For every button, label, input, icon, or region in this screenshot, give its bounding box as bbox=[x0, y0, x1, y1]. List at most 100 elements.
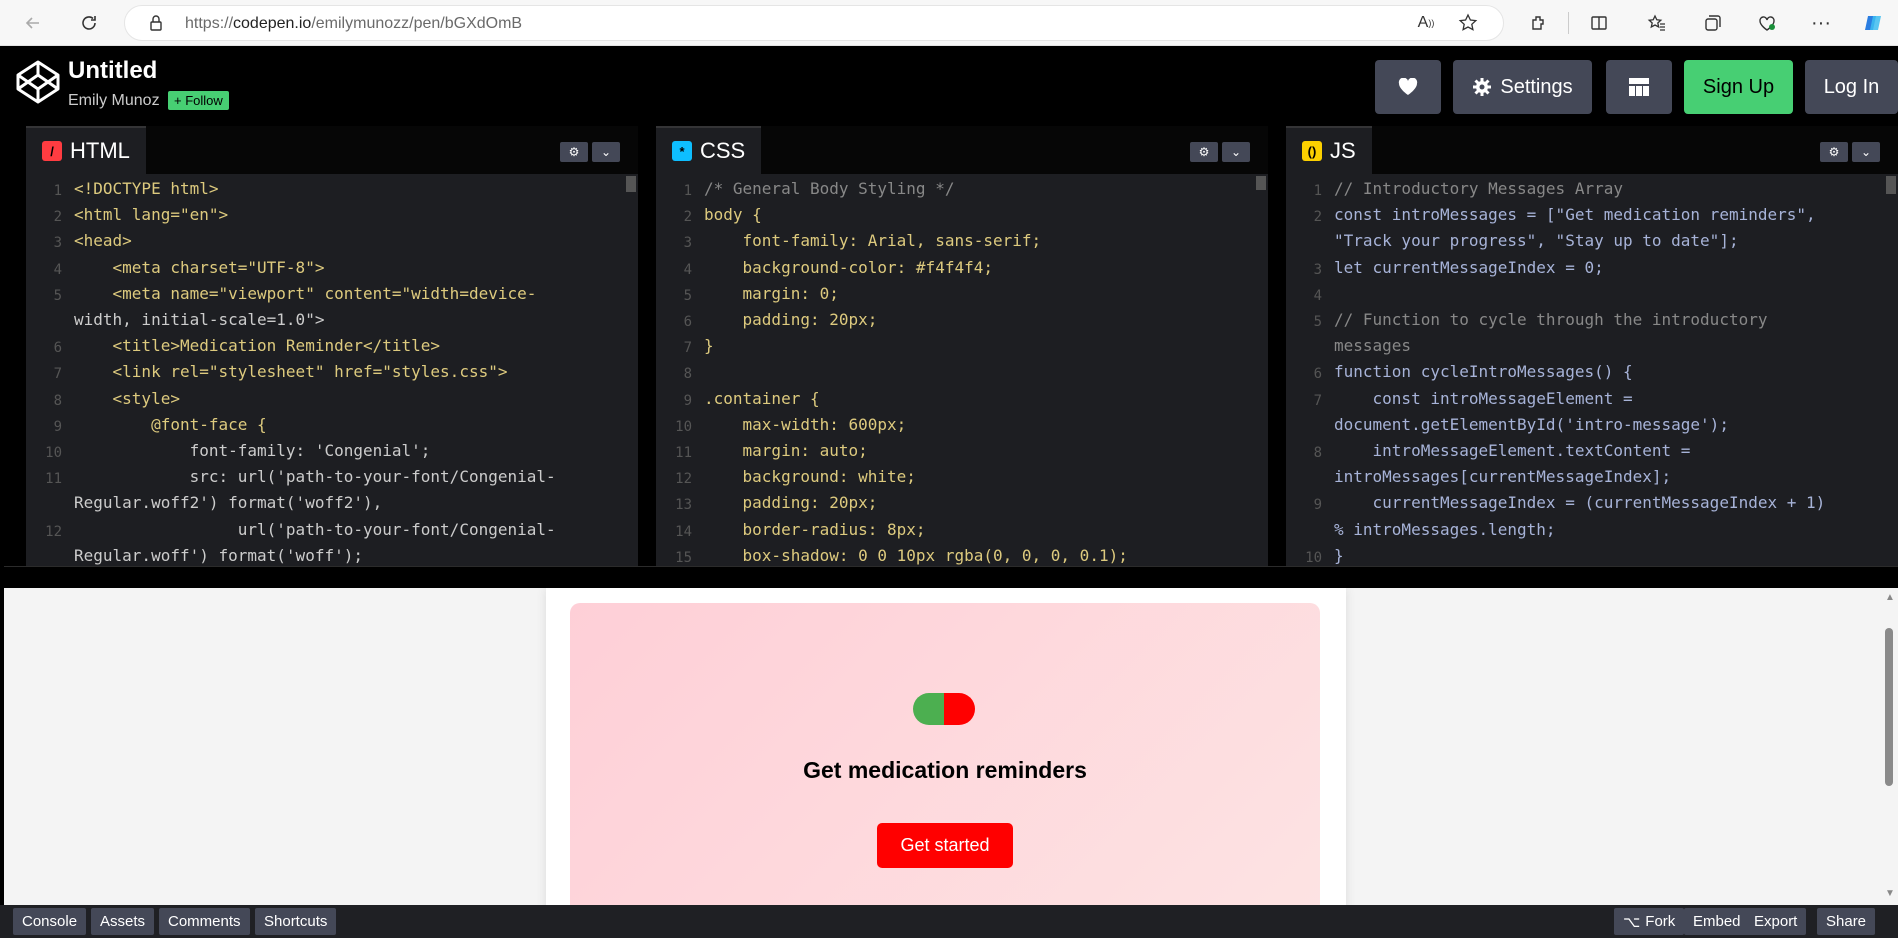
heart-icon bbox=[1398, 78, 1418, 95]
code-line: src: url('path-to-your-font/Congenial- bbox=[74, 467, 556, 487]
code-line: url('path-to-your-font/Congenial- bbox=[74, 519, 556, 539]
css-editor[interactable]: * CSS ⚙ ⌄ 1 /* General Body Styling */ 2 bo… bbox=[656, 126, 1268, 566]
css-tabbar: * CSS ⚙ ⌄ bbox=[656, 126, 1268, 174]
code-line: width, initial-scale=1.0"> bbox=[74, 310, 325, 329]
footer-bar: Console Assets Comments Shortcuts ⌥ Fork… bbox=[0, 905, 1898, 938]
line-number: 9 bbox=[1313, 497, 1322, 514]
line-number: 9 bbox=[53, 418, 62, 435]
layout-grid-icon bbox=[1629, 78, 1649, 96]
code-line: margin: auto; bbox=[704, 441, 868, 460]
line-number: 1 bbox=[53, 183, 62, 199]
settings-button[interactable]: Settings bbox=[1453, 60, 1592, 114]
split-screen-icon[interactable] bbox=[1584, 8, 1614, 38]
line-number: 8 bbox=[683, 366, 692, 383]
refresh-icon[interactable] bbox=[74, 8, 104, 38]
console-button[interactable]: Console bbox=[13, 908, 87, 935]
css-collapse-chevron-icon[interactable]: ⌄ bbox=[1222, 142, 1250, 162]
more-options-icon[interactable]: ··· bbox=[1806, 8, 1836, 38]
line-number: 5 bbox=[683, 287, 692, 304]
js-settings-gear-icon[interactable]: ⚙ bbox=[1820, 142, 1848, 162]
settings-label: Settings bbox=[1500, 75, 1573, 98]
line-number: 10 bbox=[675, 418, 692, 435]
line-number: 13 bbox=[675, 497, 692, 514]
extensions-icon[interactable] bbox=[1524, 8, 1554, 38]
code-line: background: white; bbox=[704, 467, 916, 487]
code-line: } bbox=[1334, 545, 1344, 565]
line-number: 3 bbox=[683, 235, 692, 252]
code-line: Regular.woff2') format('woff2'), bbox=[74, 493, 383, 513]
preview-scroll-thumb[interactable] bbox=[1885, 628, 1893, 786]
get-started-button[interactable]: Get started bbox=[877, 823, 1013, 868]
read-aloud-icon[interactable]: A)) bbox=[1411, 8, 1441, 38]
code-line: .container { bbox=[704, 388, 820, 408]
tab-css-label: CSS bbox=[700, 138, 746, 163]
pill-left-half bbox=[913, 693, 944, 725]
code-line: <meta name="viewport" content="width=dev… bbox=[74, 283, 537, 303]
code-line: } bbox=[704, 336, 714, 356]
export-button[interactable]: Export bbox=[1745, 908, 1807, 935]
preview-scrollbar[interactable]: ▲ ▼ bbox=[1880, 588, 1898, 905]
codepen-logo-icon[interactable] bbox=[14, 58, 62, 106]
code-line: body { bbox=[704, 205, 762, 225]
tab-html[interactable]: / HTML bbox=[26, 126, 146, 174]
resize-divider[interactable] bbox=[4, 566, 1898, 588]
scroll-up-arrow-icon[interactable]: ▲ bbox=[1885, 592, 1895, 603]
code-line: document.getElementById('intro-message')… bbox=[1334, 414, 1729, 434]
html-code-area[interactable]: 1 <!DOCTYPE html> 2 <html lang="en"> 3 <head>… bbox=[26, 174, 638, 566]
embed-button[interactable]: Embed bbox=[1684, 908, 1750, 935]
line-number: 2 bbox=[53, 209, 62, 226]
line-number: 10 bbox=[45, 445, 62, 461]
js-code-area[interactable]: 1 // Introductory Messages Array 2 const in… bbox=[1286, 174, 1898, 566]
favorites-icon[interactable] bbox=[1642, 8, 1672, 38]
pen-title[interactable]: Untitled bbox=[68, 57, 157, 85]
tab-html-label: HTML bbox=[70, 138, 130, 163]
sign-up-button[interactable]: Sign Up bbox=[1684, 60, 1793, 114]
code-line: <link rel="stylesheet" href="styles.css"… bbox=[74, 362, 508, 382]
shortcuts-button[interactable]: Shortcuts bbox=[255, 908, 337, 935]
collections-icon[interactable] bbox=[1698, 8, 1728, 38]
layout-button[interactable] bbox=[1606, 60, 1672, 114]
comments-button[interactable]: Comments bbox=[159, 908, 250, 935]
code-line: font-family: Arial, sans-serif; bbox=[704, 231, 1042, 251]
js-scrollbar[interactable] bbox=[1886, 176, 1896, 194]
code-line: box-shadow: 0 0 10px rgba(0, 0, 0, 0.1); bbox=[704, 545, 1128, 565]
tab-js[interactable]: () JS bbox=[1286, 126, 1372, 174]
line-number: 1 bbox=[1313, 183, 1322, 199]
author-name[interactable]: Emily Munoz bbox=[68, 92, 160, 110]
follow-button[interactable]: + Follow bbox=[168, 91, 229, 110]
log-in-button[interactable]: Log In bbox=[1805, 60, 1898, 114]
fork-button[interactable]: ⌥ Fork bbox=[1614, 908, 1685, 935]
browser-essentials-icon[interactable] bbox=[1752, 8, 1782, 38]
address-bar[interactable]: https://codepen.io/emilymunozz/pen/bGXdO… bbox=[124, 5, 1504, 41]
html-editor[interactable]: / HTML ⚙ ⌄ 1 <!DOCTYPE html> 2 <html lang="… bbox=[26, 126, 638, 566]
css-settings-gear-icon[interactable]: ⚙ bbox=[1190, 142, 1218, 162]
favorite-star-icon[interactable] bbox=[1453, 8, 1483, 38]
js-editor[interactable]: () JS ⚙ ⌄ 1 // Introductory Messages Arra… bbox=[1286, 126, 1898, 566]
url-path: /emilymunozz/pen/bGXdOmB bbox=[311, 15, 523, 32]
tab-css[interactable]: * CSS bbox=[656, 126, 762, 174]
html-scrollbar[interactable] bbox=[626, 176, 636, 192]
line-number: 11 bbox=[675, 445, 692, 461]
pill-icon bbox=[913, 693, 975, 725]
js-collapse-chevron-icon[interactable]: ⌄ bbox=[1852, 142, 1880, 162]
code-line: "Track your progress", "Stay up to date"… bbox=[1334, 231, 1739, 251]
lock-icon[interactable] bbox=[141, 8, 171, 38]
code-line: let currentMessageIndex = 0; bbox=[1334, 257, 1604, 277]
html-settings-gear-icon[interactable]: ⚙ bbox=[560, 142, 588, 162]
css-code-area[interactable]: 1 /* General Body Styling */ 2 body {3 font… bbox=[656, 174, 1268, 566]
browser-toolbar: https://codepen.io/emilymunozz/pen/bGXdO… bbox=[0, 0, 1898, 46]
code-line: introMessageElement.textContent = bbox=[1334, 441, 1691, 460]
js-file-icon: () bbox=[1302, 141, 1322, 161]
back-arrow-icon[interactable] bbox=[18, 8, 48, 38]
line-number: 12 bbox=[45, 523, 62, 540]
code-line: background-color: #f4f4f4; bbox=[704, 257, 993, 277]
fork-icon: ⌥ bbox=[1623, 913, 1641, 931]
heart-button[interactable] bbox=[1375, 60, 1441, 114]
css-scrollbar[interactable] bbox=[1256, 176, 1266, 190]
scroll-down-arrow-icon[interactable]: ▼ bbox=[1885, 888, 1895, 899]
html-collapse-chevron-icon[interactable]: ⌄ bbox=[592, 142, 620, 162]
copilot-icon[interactable] bbox=[1858, 8, 1888, 38]
share-button[interactable]: Share bbox=[1817, 908, 1876, 935]
assets-button[interactable]: Assets bbox=[91, 908, 155, 935]
code-line: introMessages[currentMessageIndex]; bbox=[1334, 467, 1672, 487]
